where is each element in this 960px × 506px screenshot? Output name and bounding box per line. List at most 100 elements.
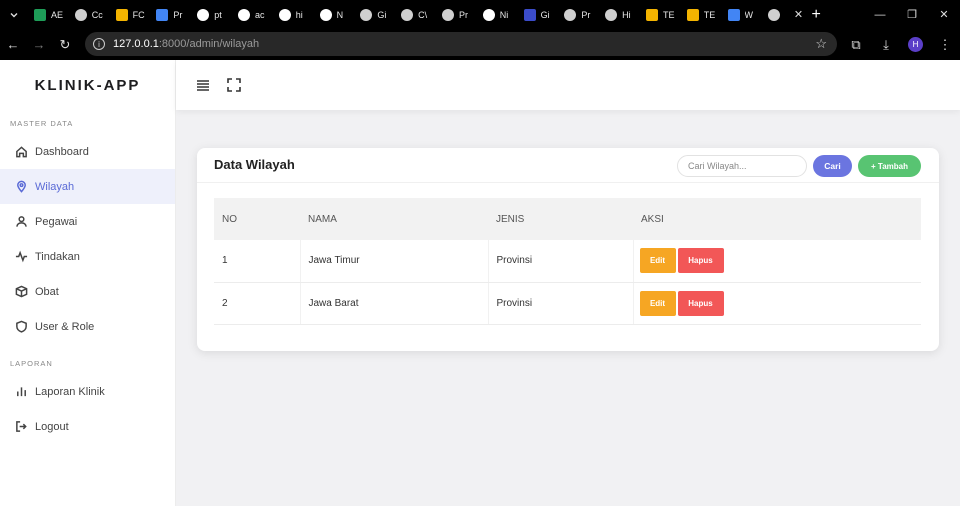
add-button[interactable]: + Tambah (858, 155, 921, 177)
tab-title: TE (703, 9, 716, 20)
address-bar[interactable]: i 127.0.0.1 :8000/admin/wilayah ☆ (85, 32, 837, 56)
bookmark-star-icon[interactable]: ☆ (815, 36, 827, 52)
new-tab-button[interactable]: + (803, 6, 829, 24)
browser-tab[interactable]: Gi (354, 0, 395, 29)
top-bar (176, 60, 960, 110)
browser-tab[interactable]: Ni (477, 0, 518, 29)
col-header-jenis: JENIS (488, 198, 633, 240)
sidebar-item-tindakan[interactable]: Tindakan (0, 239, 175, 274)
browser-tab[interactable]: FC (110, 0, 151, 29)
cell-aksi: Edit Hapus (633, 282, 921, 325)
docs-icon (727, 8, 740, 21)
window-controls: — ❐ ✕ (864, 0, 960, 29)
globe-icon (564, 8, 577, 21)
globe-icon (401, 8, 414, 21)
site-info-icon[interactable]: i (93, 38, 105, 50)
browser-tab[interactable]: Pr (558, 0, 599, 29)
sidebar-item-label: Logout (35, 420, 69, 433)
section-label-report: LAPORAN (10, 358, 53, 368)
cell-jenis: Provinsi (488, 240, 634, 283)
browser-tab[interactable]: Pr (150, 0, 191, 29)
browser-tab[interactable]: TE (640, 0, 681, 29)
close-tab-icon[interactable]: ✕ (794, 8, 803, 21)
browser-tab[interactable]: ✕ (762, 0, 804, 29)
browser-tab[interactable]: Pr (436, 0, 477, 29)
app-icon (523, 8, 536, 21)
cell-aksi: Edit Hapus (633, 240, 921, 283)
sidebar-item-laporan-klinik[interactable]: Laporan Klinik (0, 374, 175, 409)
edit-button[interactable]: Edit (639, 290, 676, 316)
tab-title: N (336, 9, 344, 20)
logout-icon (14, 420, 28, 434)
delete-button[interactable]: Hapus (677, 290, 724, 316)
globe-icon (441, 8, 454, 21)
menu-toggle-icon[interactable] (196, 78, 210, 92)
browser-tab[interactable]: hi (273, 0, 314, 29)
sidebar-item-wilayah[interactable]: Wilayah (0, 169, 175, 204)
browser-tab[interactable]: Hi (599, 0, 640, 29)
sidebar-item-label: User & Role (35, 320, 95, 333)
wilayah-card: Data Wilayah Cari + Tambah NO NAMA JENIS… (197, 148, 939, 351)
browser-tab[interactable]: Cc (69, 0, 110, 29)
bar-chart-icon (14, 385, 28, 399)
google-icon (237, 8, 250, 21)
cell-no: 1 (214, 240, 301, 283)
close-window-icon[interactable]: ✕ (928, 0, 960, 29)
browser-tab[interactable]: ac (232, 0, 273, 29)
tab-title: Ni (499, 9, 509, 20)
forward-icon[interactable]: → (26, 37, 52, 52)
tab-title: Cc (91, 9, 103, 20)
box-icon (14, 285, 28, 299)
browser-tab[interactable]: C\ (395, 0, 436, 29)
url-path: :8000/admin/wilayah (158, 38, 260, 50)
search-button[interactable]: Cari (813, 155, 852, 177)
tab-title: Pr (581, 9, 591, 20)
download-icon[interactable]: ⤓ (871, 37, 901, 53)
sidebar-item-user-role[interactable]: User & Role (0, 309, 175, 344)
browser-tab[interactable]: AE (28, 0, 69, 29)
col-header-no: NO (214, 198, 300, 240)
sidebar-item-obat[interactable]: Obat (0, 274, 175, 309)
card-title: Data Wilayah (214, 157, 295, 172)
tab-title: C\ (418, 9, 428, 20)
table-header-row: NO NAMA JENIS AKSI (214, 198, 921, 240)
tab-search-chevron-icon[interactable] (0, 0, 28, 29)
drive-icon (686, 8, 699, 21)
tab-title: pt (214, 9, 222, 20)
browser-tab[interactable]: TE (681, 0, 722, 29)
user-icon (14, 215, 28, 229)
drive-icon (645, 8, 658, 21)
restore-icon[interactable]: ❐ (896, 0, 928, 29)
browser-tab[interactable]: W (722, 0, 763, 29)
edit-button[interactable]: Edit (639, 248, 676, 274)
github-icon (482, 8, 495, 21)
brand-logo[interactable]: KLINIK-APP (0, 60, 175, 110)
profile-avatar[interactable]: H (908, 37, 923, 52)
more-menu-icon[interactable]: ⋮ (930, 37, 960, 53)
sidebar-item-logout[interactable]: Logout (0, 409, 175, 444)
browser-tab[interactable]: N (314, 0, 355, 29)
table-row: 2 Jawa Barat Provinsi Edit Hapus (214, 282, 921, 325)
cell-nama: Jawa Timur (300, 240, 489, 283)
sidebar-item-label: Laporan Klinik (35, 385, 105, 398)
tab-title: TE (662, 9, 675, 20)
tab-title: hi (295, 9, 303, 20)
search-input[interactable] (677, 155, 807, 177)
tab-title: FC (132, 9, 145, 20)
col-header-nama: NAMA (300, 198, 488, 240)
tab-title: Gi (540, 9, 550, 20)
tab-title: Gi (377, 9, 387, 20)
sidebar-item-dashboard[interactable]: Dashboard (0, 134, 175, 169)
cell-jenis: Provinsi (488, 282, 634, 325)
fullscreen-icon[interactable] (227, 78, 241, 92)
globe-icon (605, 8, 618, 21)
sidebar-item-pegawai[interactable]: Pegawai (0, 204, 175, 239)
minimize-icon[interactable]: — (864, 0, 896, 29)
reload-icon[interactable]: ↻ (52, 37, 78, 53)
browser-tab[interactable]: Gi (518, 0, 559, 29)
extensions-icon[interactable]: ⧉ (841, 37, 871, 53)
browser-tab[interactable]: pt (191, 0, 232, 29)
delete-button[interactable]: Hapus (677, 248, 724, 274)
back-icon[interactable]: ← (0, 37, 26, 52)
tab-title: Pr (458, 9, 468, 20)
